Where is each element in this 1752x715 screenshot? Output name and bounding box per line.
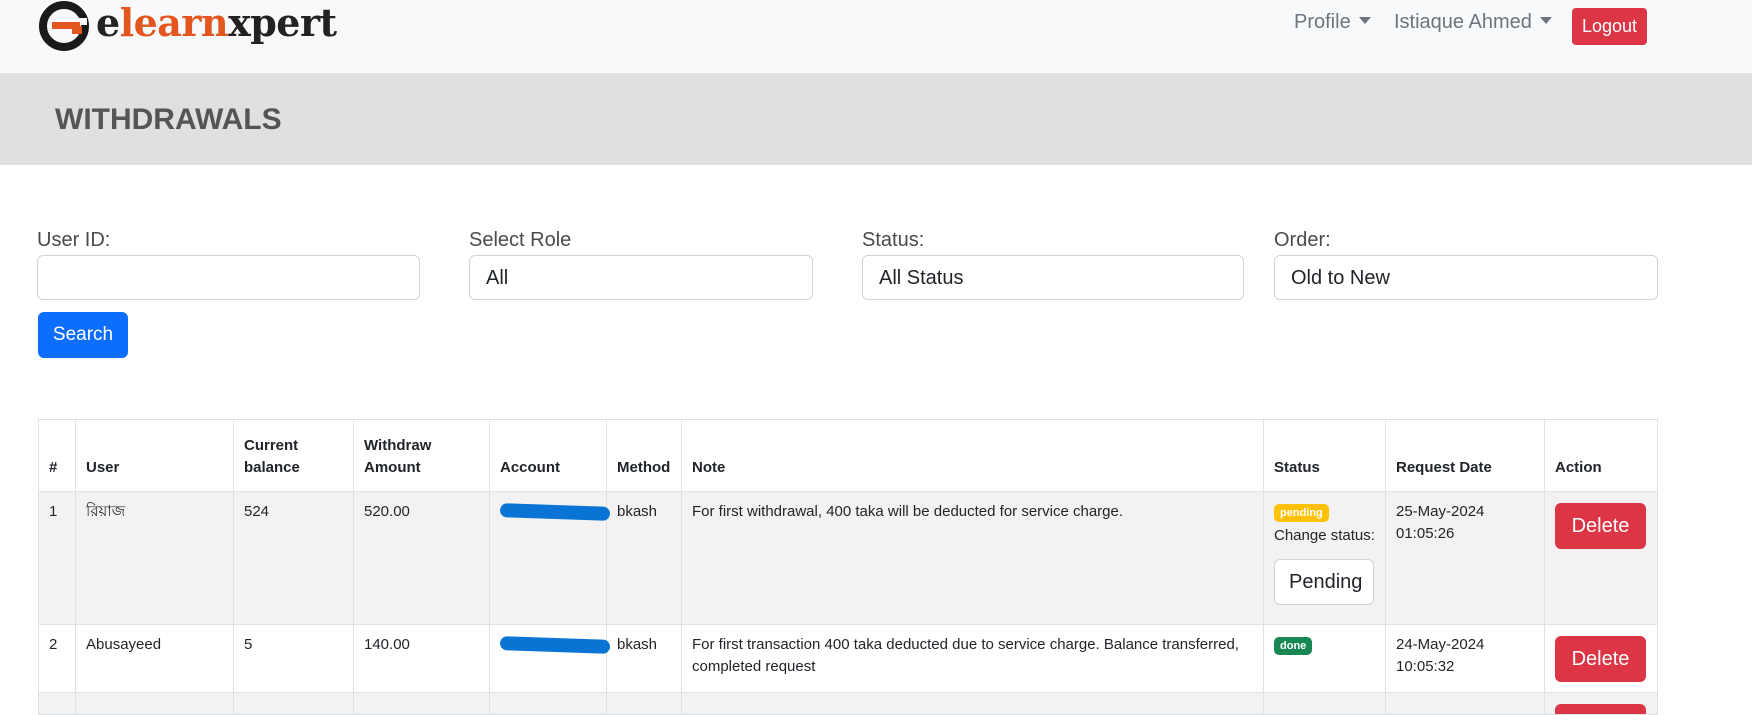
- column-header: Method: [606, 419, 682, 492]
- profile-label: Profile: [1294, 11, 1351, 33]
- status-badge: done: [1274, 637, 1313, 655]
- row-account: [489, 491, 611, 625]
- row-status: pending Change status: Pending: [1263, 491, 1386, 625]
- row-balance: 524: [233, 491, 354, 625]
- column-header: Request Date: [1385, 419, 1545, 492]
- column-header: #: [38, 419, 76, 492]
- column-header: Note: [681, 419, 1264, 492]
- chevron-down-icon: [1539, 17, 1552, 24]
- row-note: For first transaction 400 taka deducted …: [681, 624, 1264, 693]
- site-logo[interactable]: elearnxpert: [38, 0, 337, 56]
- delete-button[interactable]: Delete: [1555, 503, 1646, 549]
- request-time: 01:05:26: [1396, 525, 1455, 542]
- delete-button[interactable]: [1555, 704, 1646, 714]
- logo-text: elearnxpert: [96, 0, 337, 45]
- redaction-mark: [499, 503, 611, 521]
- top-navbar: elearnxpert Profile Istiaque Ahmed Logou…: [0, 0, 1752, 73]
- user-id-input[interactable]: [37, 255, 420, 300]
- page-header: WITHDRAWALS: [0, 73, 1752, 165]
- search-button[interactable]: Search: [38, 312, 128, 358]
- page-title: WITHDRAWALS: [55, 103, 282, 136]
- row-number: 1: [38, 491, 76, 625]
- column-header: User: [75, 419, 234, 492]
- row-request-date: 25-May-2024 01:05:26: [1385, 491, 1545, 625]
- request-time: 10:05:32: [1396, 658, 1455, 675]
- profile-dropdown[interactable]: Profile: [1294, 11, 1371, 34]
- status-label: Status:: [862, 229, 925, 251]
- row-method: bkash: [606, 491, 682, 625]
- column-header: Current balance: [233, 419, 354, 492]
- row-amount: 520.00: [353, 491, 490, 625]
- user-dropdown[interactable]: Istiaque Ahmed: [1394, 11, 1552, 34]
- row-note: For first withdrawal, 400 taka will be d…: [681, 491, 1264, 625]
- table-header-row: # User Current balance Withdraw Amount A…: [38, 419, 1658, 492]
- row-method: bkash: [606, 624, 682, 693]
- delete-button[interactable]: Delete: [1555, 636, 1646, 682]
- column-header: Status: [1263, 419, 1386, 492]
- row-action: Delete: [1544, 491, 1658, 625]
- row-number: 2: [38, 624, 76, 693]
- request-date: 24-May-2024: [1396, 636, 1485, 653]
- row-status: done: [1263, 624, 1386, 693]
- chevron-down-icon: [1358, 17, 1371, 24]
- role-select[interactable]: All: [469, 255, 813, 300]
- change-status-label: Change status:: [1274, 527, 1375, 544]
- row-action: Delete: [1544, 624, 1658, 693]
- order-select[interactable]: Old to New: [1274, 255, 1658, 300]
- status-badge: pending: [1274, 504, 1329, 522]
- table-row: 1 রিয়াজ 524 520.00 bkash For first with…: [38, 491, 1658, 625]
- role-label: Select Role: [469, 229, 572, 251]
- request-date: 25-May-2024: [1396, 503, 1485, 520]
- column-header: Withdraw Amount: [353, 419, 490, 492]
- change-status-select[interactable]: Pending: [1274, 559, 1374, 605]
- logout-button[interactable]: Logout: [1572, 8, 1647, 45]
- user-id-label: User ID:: [37, 229, 111, 251]
- change-status-value: Pending: [1289, 571, 1363, 593]
- table-row: [38, 692, 1658, 715]
- withdrawals-table: # User Current balance Withdraw Amount A…: [38, 419, 1658, 715]
- column-header: Action: [1544, 419, 1658, 492]
- row-request-date: 24-May-2024 10:05:32: [1385, 624, 1545, 693]
- row-user: Abusayeed: [75, 624, 234, 693]
- order-label: Order:: [1274, 229, 1331, 251]
- status-select[interactable]: All Status: [862, 255, 1244, 300]
- row-balance: 5: [233, 624, 354, 693]
- row-user: রিয়াজ: [75, 491, 234, 625]
- table-row: 2 Abusayeed 5 140.00 bkash For first tra…: [38, 624, 1658, 693]
- redaction-mark: [499, 636, 611, 654]
- user-name-label: Istiaque Ahmed: [1394, 11, 1532, 33]
- column-header: Account: [489, 419, 607, 492]
- row-account: [489, 624, 611, 693]
- logo-icon: [39, 1, 89, 51]
- row-amount: 140.00: [353, 624, 490, 693]
